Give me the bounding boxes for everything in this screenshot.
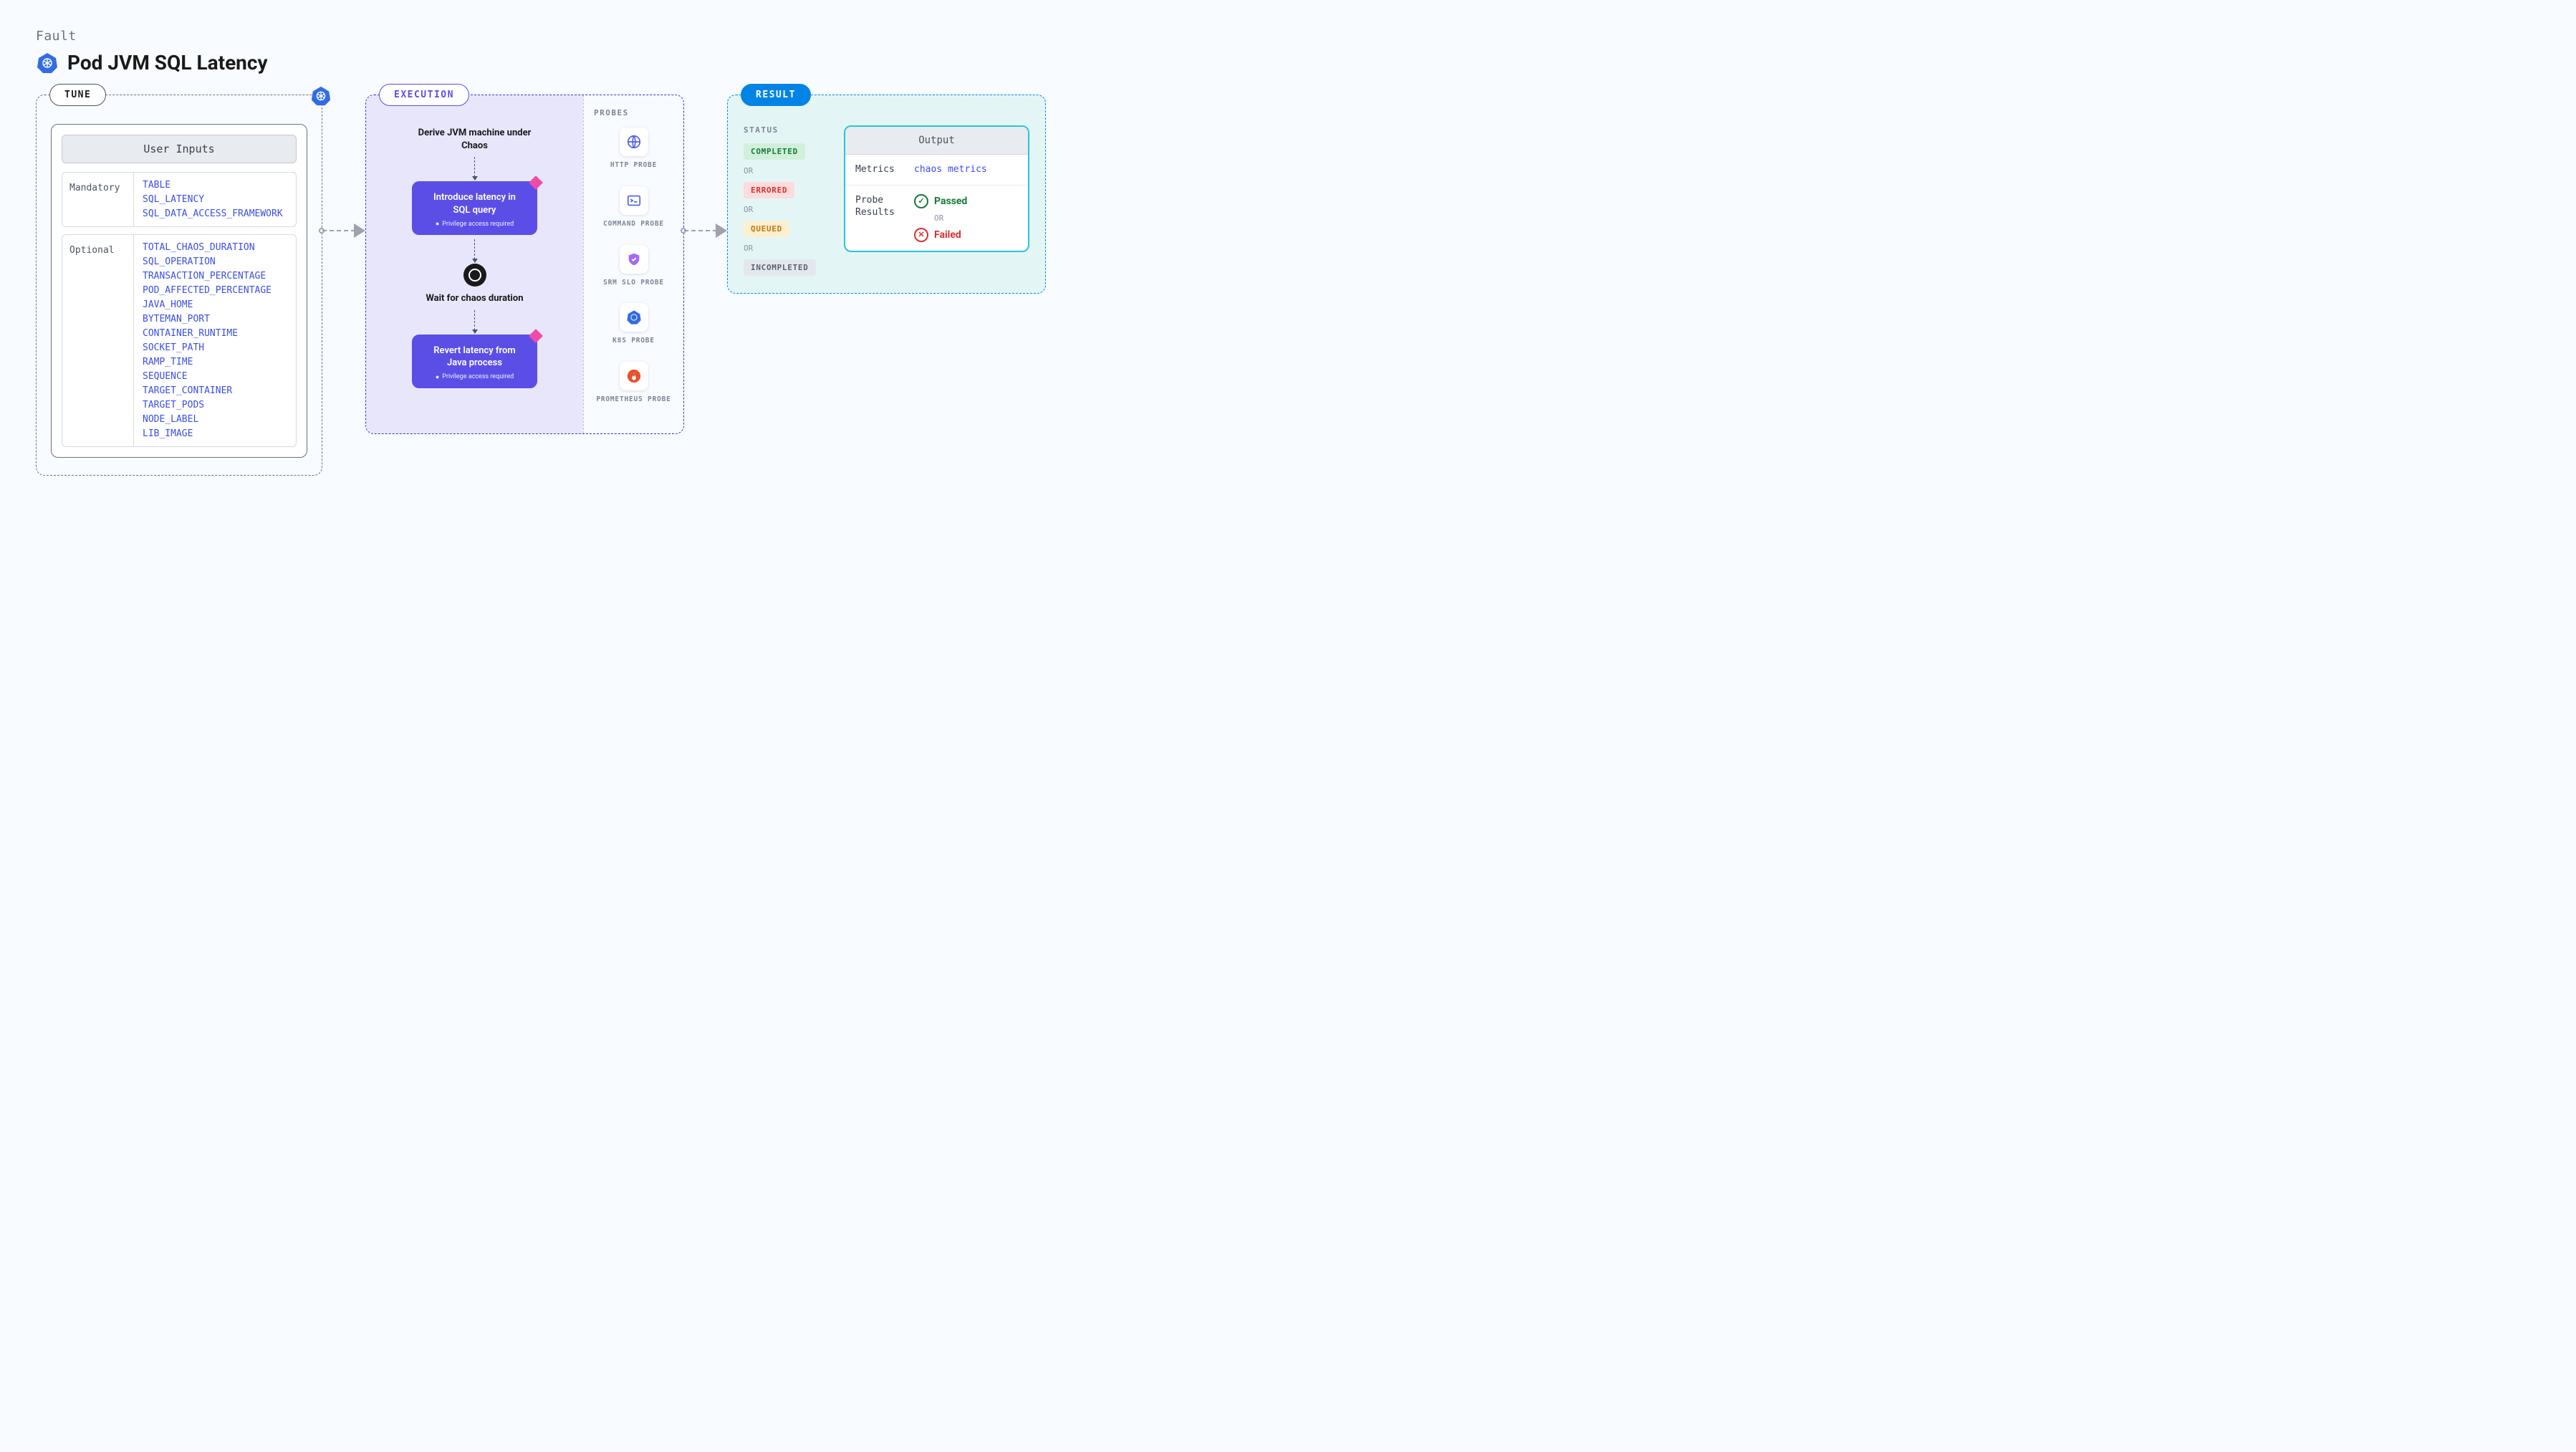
input-param: SQL_LATENCY bbox=[143, 194, 287, 205]
probe-label: COMMAND PROBE bbox=[603, 220, 664, 229]
flow-arrow-icon bbox=[474, 310, 475, 330]
check-icon: ✓ bbox=[914, 194, 928, 208]
header-category: Fault bbox=[36, 29, 2540, 44]
optional-section: Optional TOTAL_CHAOS_DURATION SQL_OPERATI… bbox=[62, 234, 297, 447]
input-param: TABLE bbox=[143, 180, 287, 191]
input-param: RAMP_TIME bbox=[143, 357, 287, 367]
flag-icon bbox=[529, 176, 543, 190]
flame-icon bbox=[620, 362, 648, 390]
tune-label: TUNE bbox=[49, 84, 106, 106]
flow-arrow-icon bbox=[474, 157, 475, 177]
flow-arrow-icon bbox=[474, 239, 475, 259]
terminal-icon bbox=[620, 186, 648, 215]
shield-icon bbox=[620, 245, 648, 274]
exec-card-title: Introduce latency in SQL query bbox=[425, 191, 524, 216]
probe-item: HTTP PROBE bbox=[594, 128, 673, 170]
probe-results-key: Probe Results bbox=[855, 194, 904, 219]
output-card: Output Metrics chaos metrics Probe Resul… bbox=[844, 125, 1029, 252]
mandatory-items: TABLE SQL_LATENCY SQL_DATA_ACCESS_FRAMEWOR… bbox=[134, 173, 296, 226]
execution-label: EXECUTION bbox=[379, 84, 469, 106]
optional-label: Optional bbox=[62, 235, 134, 446]
input-param: SQL_DATA_ACCESS_FRAMEWORK bbox=[143, 208, 287, 219]
output-probe-results-row: Probe Results ✓Passed OR ✕Failed bbox=[845, 186, 1028, 251]
page-title: Pod JVM SQL Latency bbox=[67, 51, 268, 74]
exec-step-derive: Derive JVM machine under Chaos bbox=[414, 127, 536, 153]
arrow-head-icon bbox=[716, 223, 727, 238]
input-param: LIB_IMAGE bbox=[143, 428, 287, 439]
exec-step-wait: Wait for chaos duration bbox=[426, 292, 523, 305]
kubernetes-icon bbox=[36, 52, 59, 74]
probe-item: PROMETHEUS PROBE bbox=[594, 362, 673, 405]
input-param: BYTEMAN_PORT bbox=[143, 314, 287, 324]
exec-card-introduce: Introduce latency in SQL query ●Privileg… bbox=[412, 181, 537, 235]
output-title: Output bbox=[845, 127, 1028, 155]
kubernetes-badge-icon bbox=[310, 85, 332, 107]
input-param: NODE_LABEL bbox=[143, 414, 287, 425]
status-completed: COMPLETED bbox=[744, 143, 805, 160]
mandatory-label: Mandatory bbox=[62, 173, 134, 226]
or-separator: OR bbox=[934, 213, 1018, 223]
status-header: STATUS bbox=[744, 125, 830, 135]
clock-icon bbox=[463, 264, 486, 287]
result-panel: RESULT STATUS COMPLETED OR ERRORED OR QU… bbox=[727, 95, 1046, 294]
probe-item: SRM SLO PROBE bbox=[594, 245, 673, 288]
execution-flow: Derive JVM machine under Chaos Introduce… bbox=[366, 95, 583, 433]
input-param: SOCKET_PATH bbox=[143, 342, 287, 353]
or-separator: OR bbox=[744, 205, 830, 214]
status-column: STATUS COMPLETED OR ERRORED OR QUEUED OR… bbox=[744, 125, 830, 276]
user-inputs-card: User Inputs Mandatory TABLE SQL_LATENCY SQ… bbox=[51, 124, 307, 458]
status-errored: ERRORED bbox=[744, 182, 794, 198]
privilege-note: ●Privilege access required bbox=[425, 220, 524, 228]
exec-card-title: Revert latency from Java process bbox=[425, 345, 524, 370]
mandatory-section: Mandatory TABLE SQL_LATENCY SQL_DATA_ACCES… bbox=[62, 172, 297, 227]
metrics-key: Metrics bbox=[855, 163, 904, 176]
input-param: SQL_OPERATION bbox=[143, 256, 287, 267]
flag-icon bbox=[529, 329, 543, 343]
metrics-value: chaos metrics bbox=[914, 164, 987, 175]
probe-item: K8S PROBE bbox=[594, 303, 673, 346]
status-queued: QUEUED bbox=[744, 221, 789, 237]
input-param: JAVA_HOME bbox=[143, 299, 287, 310]
input-param: CONTAINER_RUNTIME bbox=[143, 328, 287, 339]
status-incompleted: INCOMPLETED bbox=[744, 259, 816, 276]
or-separator: OR bbox=[744, 244, 830, 253]
probe-item: COMMAND PROBE bbox=[594, 186, 673, 229]
workflow-diagram: TUNE User Inputs Mandatory TABLESQL_LATE… bbox=[36, 95, 2540, 476]
or-separator: OR bbox=[744, 166, 830, 176]
input-param: TOTAL_CHAOS_DURATION bbox=[143, 242, 287, 253]
k8s-icon bbox=[620, 303, 648, 332]
input-param: TARGET_CONTAINER bbox=[143, 385, 287, 396]
probes-column: PROBES HTTP PROBE COMMAND PROBE SRM SLO PR… bbox=[583, 95, 683, 433]
input-param: POD_AFFECTED_PERCENTAGE bbox=[143, 285, 287, 296]
result-failed: ✕Failed bbox=[914, 228, 1018, 242]
tune-panel: TUNE User Inputs Mandatory TABLESQL_LATE… bbox=[36, 95, 322, 476]
privilege-note: ●Privilege access required bbox=[425, 373, 524, 381]
input-param: TARGET_PODS bbox=[143, 400, 287, 410]
probe-label: SRM SLO PROBE bbox=[603, 279, 664, 288]
probe-label: PROMETHEUS PROBE bbox=[596, 395, 671, 405]
input-param: SEQUENCE bbox=[143, 371, 287, 382]
exec-card-revert: Revert latency from Java process ●Privil… bbox=[412, 335, 537, 388]
info-icon: ● bbox=[436, 373, 439, 381]
page-header: Fault Pod JVM SQL Latency bbox=[36, 29, 2540, 74]
globe-icon bbox=[620, 128, 648, 156]
result-label: RESULT bbox=[741, 84, 811, 106]
arrow-head-icon bbox=[354, 223, 365, 238]
probe-label: HTTP PROBE bbox=[610, 161, 657, 170]
input-param: TRANSACTION_PERCENTAGE bbox=[143, 271, 287, 282]
probe-label: K8S PROBE bbox=[612, 337, 655, 346]
info-icon: ● bbox=[436, 220, 439, 228]
cross-icon: ✕ bbox=[914, 228, 928, 242]
result-passed: ✓Passed bbox=[914, 194, 1018, 208]
arrow-exec-to-result bbox=[684, 209, 727, 252]
inputs-title: User Inputs bbox=[62, 135, 297, 163]
execution-panel: EXECUTION Derive JVM machine under Chaos… bbox=[365, 95, 684, 434]
output-metrics-row: Metrics chaos metrics bbox=[845, 155, 1028, 186]
arrow-tune-to-exec bbox=[322, 209, 365, 252]
optional-items: TOTAL_CHAOS_DURATION SQL_OPERATION TRANSAC… bbox=[134, 235, 296, 446]
probes-header: PROBES bbox=[594, 108, 673, 117]
